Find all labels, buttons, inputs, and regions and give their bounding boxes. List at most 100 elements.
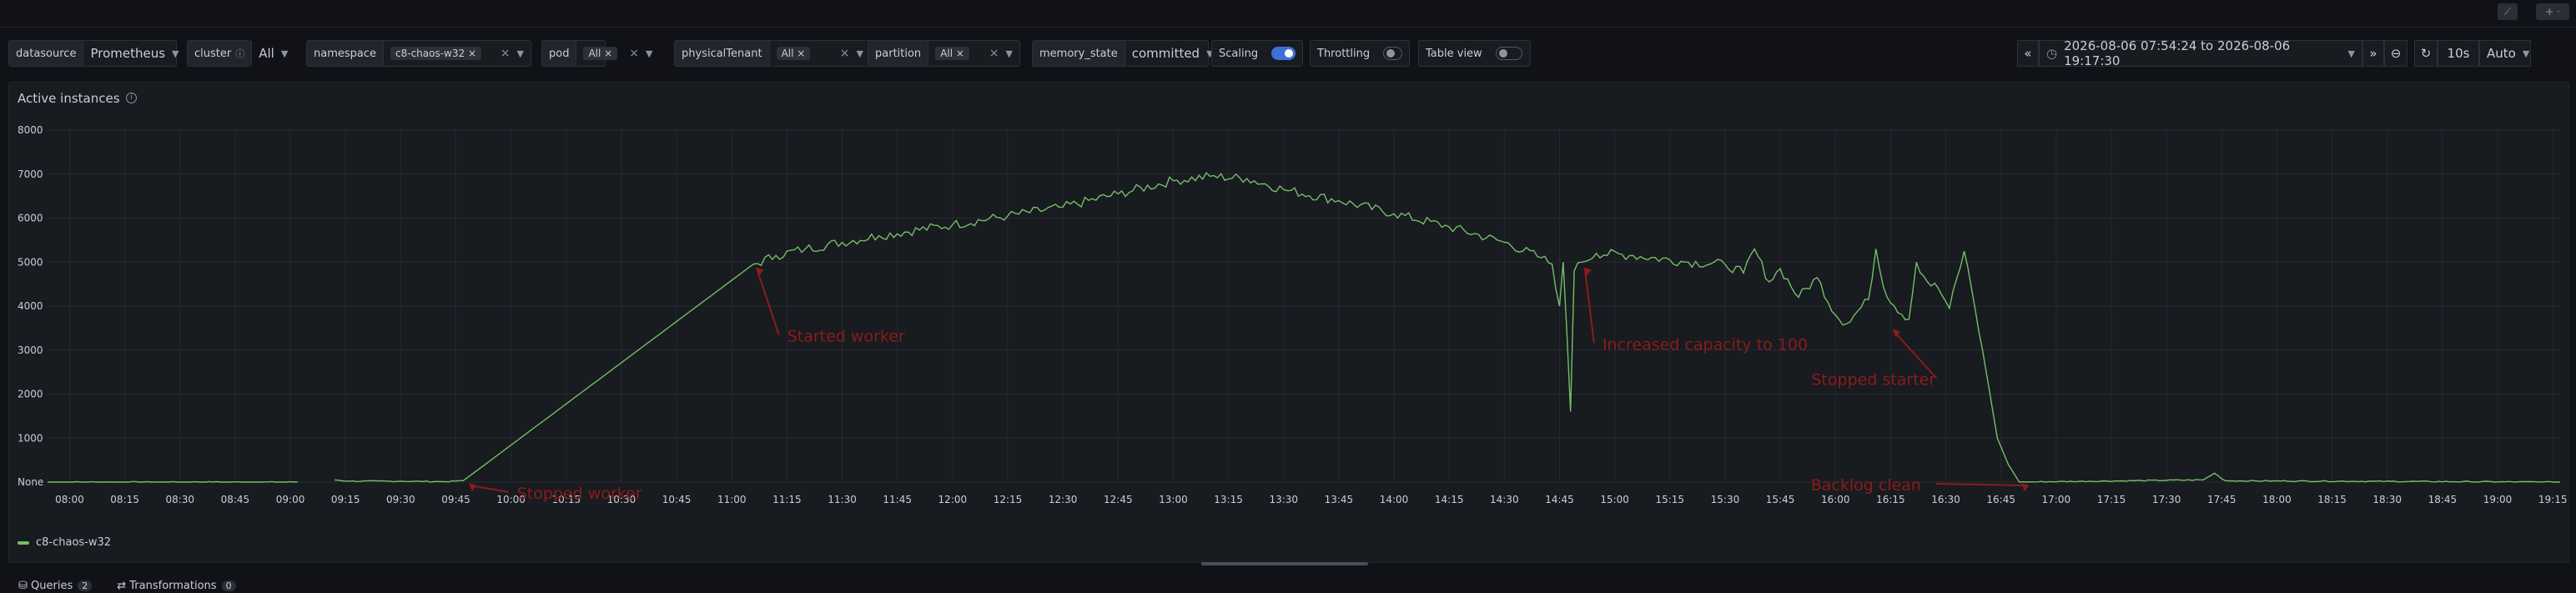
chevron-down-icon: ▼ — [516, 48, 524, 59]
chevron-down-icon: ▼ — [1005, 48, 1013, 59]
variable-memory-state[interactable]: memory_state committed ▼ — [1032, 40, 1214, 67]
tab-queries[interactable]: ⛁ Queries 2 — [18, 580, 93, 592]
x-tick-label: 14:30 — [1490, 494, 1519, 505]
annotation-label: Backlog clean — [1811, 476, 1921, 495]
y-tick-label: 6000 — [18, 213, 43, 224]
x-tick-label: 08:15 — [110, 494, 139, 505]
legend-swatch — [18, 540, 29, 545]
clear-icon[interactable]: × — [840, 47, 850, 60]
x-tick-label: 09:30 — [386, 494, 415, 505]
active-instances-panel: Active instances i None 1000 2000 3000 4000 5… — [8, 82, 2569, 563]
variable-physicaltenant[interactable]: physicalTenant All × × ▼ — [674, 40, 871, 67]
x-tick-label: 17:45 — [2207, 494, 2236, 505]
time-shift-back-button[interactable]: « — [2017, 40, 2039, 67]
toggle-throttling[interactable] — [1383, 47, 1402, 60]
x-tick-label: 16:30 — [1931, 494, 1960, 505]
x-tick-label: 12:45 — [1104, 494, 1133, 505]
clear-icon[interactable]: × — [989, 47, 999, 60]
horizontal-scrollbar[interactable] — [1201, 562, 1368, 565]
zoom-out-button[interactable]: ⊖ — [2384, 40, 2407, 67]
x-tick-label: 18:00 — [2262, 494, 2292, 505]
x-tick-label: 16:45 — [1986, 494, 2015, 505]
top-nav: ⟋ + · — [0, 0, 2576, 28]
add-icon[interactable]: + · — [2536, 3, 2569, 20]
variable-value[interactable]: All × × ▼ — [770, 41, 870, 66]
x-tick-label: 12:15 — [994, 494, 1023, 505]
variable-cluster[interactable]: cluster ⓘ All ▼ — [187, 40, 288, 67]
y-tick-label: 4000 — [18, 300, 43, 312]
variable-value[interactable]: All × × ▼ — [576, 41, 659, 66]
variable-label: Throttling — [1317, 47, 1371, 60]
variable-throttling[interactable]: Throttling — [1310, 40, 1410, 67]
value-chip[interactable]: c8-chaos-w32 × — [390, 47, 482, 60]
x-tick-label: 16:15 — [1876, 494, 1905, 505]
tab-queries-count: 2 — [78, 580, 93, 591]
x-tick-label: 13:45 — [1325, 494, 1354, 505]
legend-series-name: c8-chaos-w32 — [36, 536, 112, 549]
tab-transformations-label: Transformations — [129, 580, 217, 592]
active-instances-chart: None 1000 2000 3000 4000 5000 6000 7000 8000 08:0… — [18, 124, 2568, 505]
variable-value[interactable]: All × × ▼ — [928, 41, 1019, 66]
x-tick-label: 14:00 — [1380, 494, 1409, 505]
refresh-interval-button[interactable]: 10s — [2438, 40, 2479, 67]
annotation-arrow — [1935, 483, 2023, 486]
variable-label: memory_state — [1033, 41, 1125, 66]
time-shift-forward-button[interactable]: » — [2362, 40, 2384, 67]
variable-datasource[interactable]: datasource Prometheus ▼ — [8, 40, 179, 67]
y-tick-label: 5000 — [18, 256, 43, 268]
x-tick-label: 13:00 — [1159, 494, 1188, 505]
annotation-arrow — [1583, 269, 1595, 344]
x-tick-label: 16:00 — [1821, 494, 1850, 505]
toggle-scaling[interactable] — [1271, 47, 1296, 60]
variable-table-view[interactable]: Table view — [1418, 40, 1531, 67]
x-tick-label: 12:30 — [1049, 494, 1078, 505]
variable-value[interactable]: c8-chaos-w32 × × ▼ — [384, 41, 531, 66]
series-line-c8-chaos-w32[interactable] — [48, 172, 2560, 483]
x-tick-label: 11:45 — [883, 494, 912, 505]
variables-bar: datasource Prometheus ▼ cluster ⓘ All ▼ namespa… — [8, 40, 2027, 67]
variable-scaling[interactable]: Scaling — [1211, 40, 1303, 67]
variable-label: partition — [868, 41, 929, 66]
info-icon[interactable]: ⓘ — [235, 47, 244, 60]
x-tick-label: 18:30 — [2372, 494, 2402, 505]
annotation-label: Increased capacity to 100 — [1602, 336, 1808, 354]
refresh-button[interactable]: ↻ — [2414, 40, 2438, 67]
toggle-table-view[interactable] — [1495, 47, 1522, 60]
refresh-interval-text: 10s — [2447, 46, 2470, 61]
variable-label: cluster ⓘ — [188, 41, 253, 66]
x-tick-label: 09:00 — [276, 494, 305, 505]
tab-transformations[interactable]: ⇄ Transformations 0 — [117, 580, 236, 592]
chevron-down-icon: ▼ — [856, 48, 863, 59]
variable-namespace[interactable]: namespace c8-chaos-w32 × × ▼ — [306, 40, 531, 67]
value-chip[interactable]: All × — [583, 47, 618, 60]
clear-icon[interactable]: × — [629, 47, 639, 60]
variable-value[interactable]: committed ▼ — [1125, 41, 1220, 66]
x-tick-label: 11:30 — [828, 494, 857, 505]
time-range-picker[interactable]: ◷ 2026-08-06 07:54:24 to 2026-08-06 19:1… — [2039, 38, 2362, 68]
x-tick-label: 19:15 — [2538, 494, 2568, 505]
annotation-arrow — [756, 269, 780, 335]
variable-label: namespace — [307, 41, 385, 66]
chevron-down-icon: ▼ — [645, 48, 653, 59]
y-tick-label: 8000 — [18, 124, 43, 136]
x-tick-label: 11:00 — [717, 494, 747, 505]
variable-partition[interactable]: partition All × × ▼ — [868, 40, 1020, 67]
y-tick-label: 7000 — [18, 168, 43, 180]
value-chip[interactable]: All × — [776, 47, 811, 60]
variable-value[interactable]: Prometheus ▼ — [83, 41, 185, 66]
variable-label: Scaling — [1219, 47, 1259, 60]
variable-label: datasource — [9, 41, 84, 66]
graph-icon[interactable]: ⟋ — [2498, 3, 2518, 20]
x-tick-label: 11:15 — [772, 494, 802, 505]
x-tick-label: 15:45 — [1766, 494, 1795, 505]
chart-legend[interactable]: c8-chaos-w32 — [18, 536, 111, 549]
variable-pod[interactable]: pod All × × ▼ — [541, 40, 652, 67]
variable-value[interactable]: All ▼ — [252, 41, 294, 66]
value-chip[interactable]: All × — [935, 47, 969, 60]
database-icon: ⛁ — [18, 580, 32, 592]
x-tick-label: 18:45 — [2428, 494, 2458, 505]
interval-picker[interactable]: Auto ▼ — [2479, 40, 2531, 67]
clear-icon[interactable]: × — [501, 47, 511, 60]
variable-label: Table view — [1426, 47, 1482, 60]
annotation-arrowhead — [755, 267, 764, 276]
